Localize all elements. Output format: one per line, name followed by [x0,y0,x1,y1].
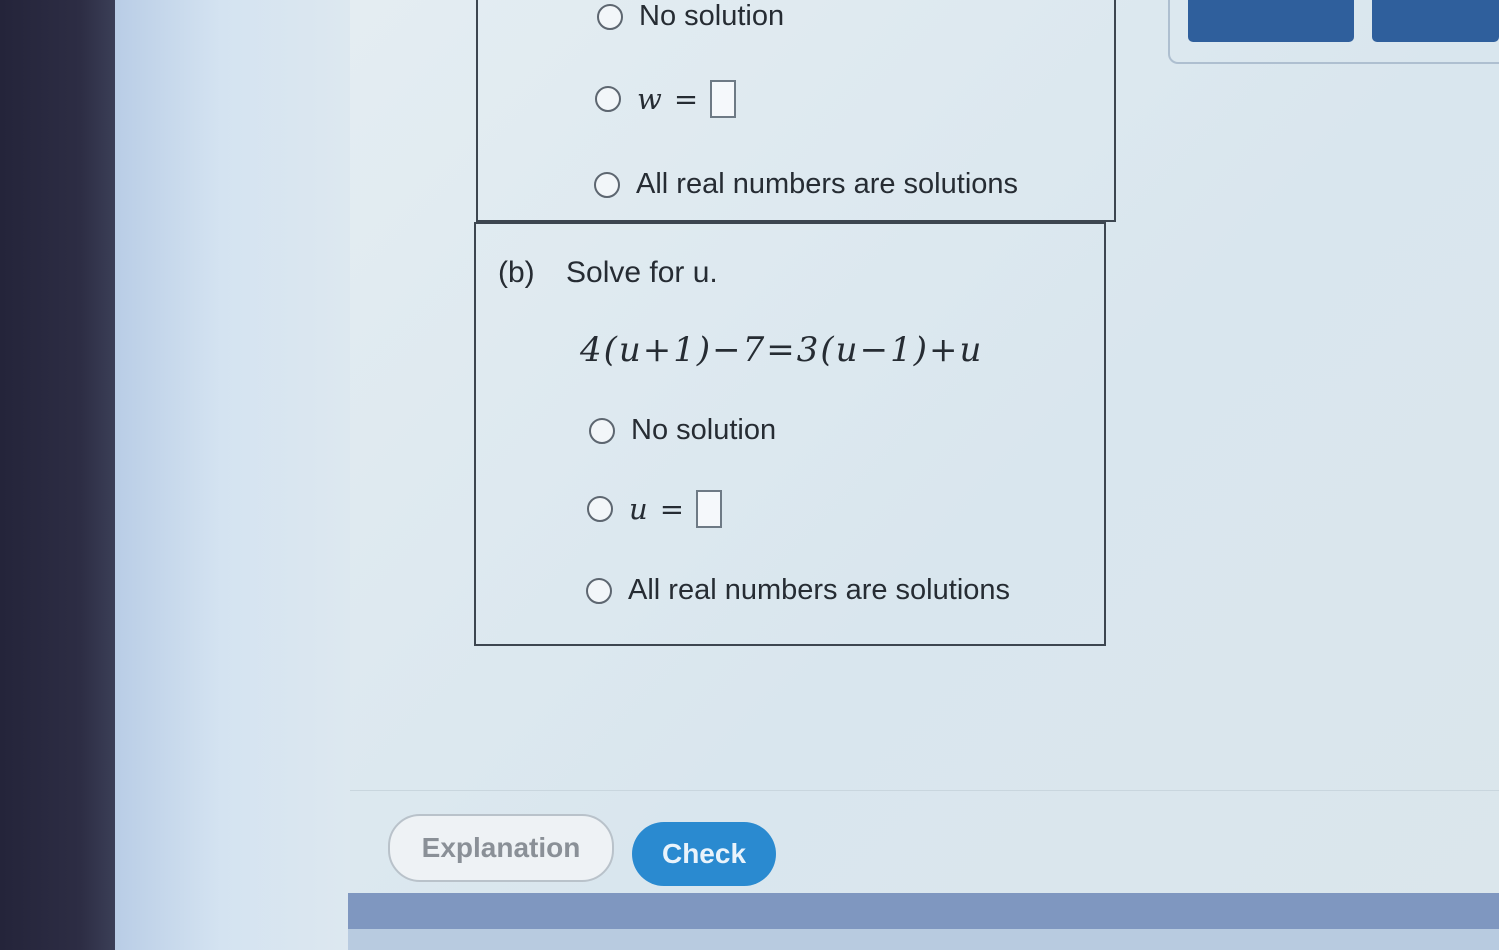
option-label: No solution [631,414,777,446]
answer-input-box[interactable] [710,80,737,118]
answer-input-box[interactable] [696,490,722,528]
part-b-prompt: Solve for u. [566,256,718,289]
option-label: No solution [639,0,785,32]
top-toolbar-button-2[interactable] [1372,0,1499,42]
radio-button[interactable] [597,3,623,30]
check-button[interactable]: Check [632,822,776,886]
option-label: All real numbers are solutions [628,574,1011,606]
bottom-strip [348,929,1499,950]
option-label: All real numbers are solutions [636,168,1019,200]
variable-label: u [629,492,648,526]
equals-sign: = [659,492,684,526]
explanation-button[interactable]: Explanation [388,814,614,882]
radio-button[interactable] [587,496,613,522]
radio-button[interactable] [586,577,612,604]
equals-sign: = [673,82,699,116]
footer-divider [350,790,1499,791]
variable-label: w [637,82,662,116]
part-b-option-value[interactable]: u = [587,490,722,528]
radio-button[interactable] [595,86,621,112]
part-a-option-all-real[interactable]: All real numbers are solutions [594,168,1018,201]
part-a-option-no-solution[interactable]: No solution [597,0,784,33]
screen-left-margin [115,0,350,950]
radio-button[interactable] [589,417,615,444]
part-b-equation: 4(u+1)−7=3(u−1)+u [580,330,984,370]
top-toolbar-button-1[interactable] [1188,0,1354,42]
monitor-bezel [0,0,115,950]
part-b-option-no-solution[interactable]: No solution [589,414,776,447]
part-a-option-value[interactable]: w = [595,80,737,118]
radio-button[interactable] [594,171,620,198]
bottom-bar [348,893,1499,929]
part-b-label: (b) [498,256,535,289]
part-b-option-all-real[interactable]: All real numbers are solutions [586,574,1010,607]
